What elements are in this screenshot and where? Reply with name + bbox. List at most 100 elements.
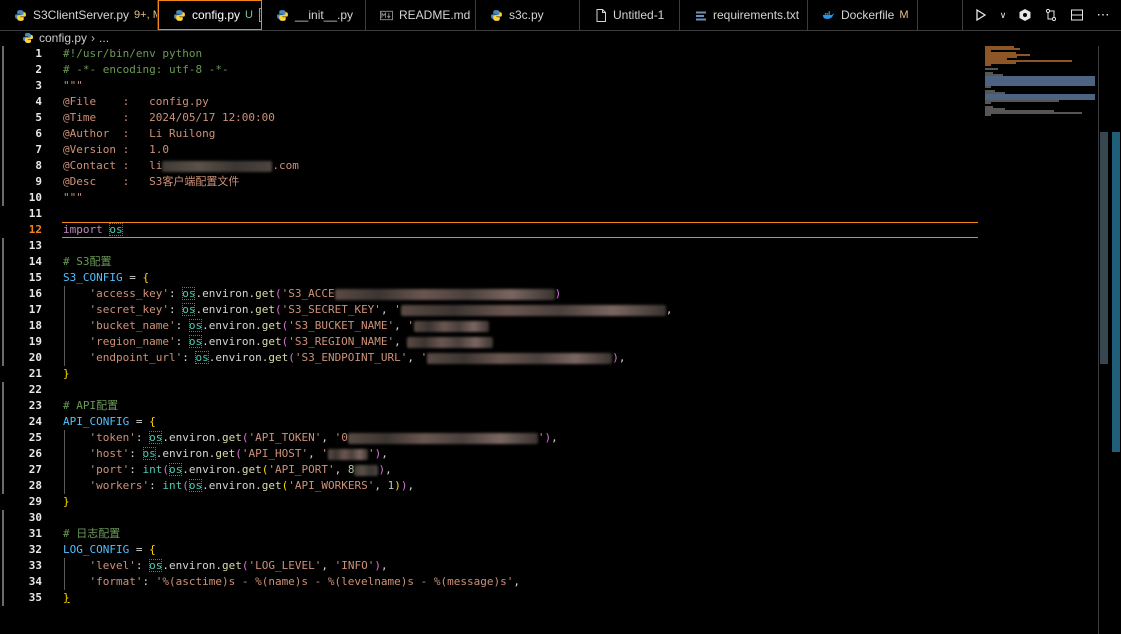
code-line[interactable]: 9 @Desc : S3客户端配置文件 xyxy=(0,174,985,190)
code-text: 'region_name': os.environ.get('S3_REGION… xyxy=(63,334,494,350)
code-line[interactable]: 26 'host': os.environ.get('API_HOST', ' '… xyxy=(0,446,985,462)
line-number: 4 xyxy=(35,95,42,108)
change-marker xyxy=(2,382,4,494)
line-number: 17 xyxy=(28,303,42,316)
tab-status-badge: U xyxy=(245,9,253,21)
code-line[interactable]: 30 xyxy=(0,510,985,526)
code-line[interactable]: 18 'bucket_name': os.environ.get('S3_BUC… xyxy=(0,318,985,334)
line-number: 21 xyxy=(28,367,42,380)
line-number: 28 xyxy=(28,479,42,492)
line-number: 3 xyxy=(35,79,42,92)
python-icon xyxy=(22,32,34,44)
split-editor-icon[interactable] xyxy=(1069,7,1085,23)
code-line[interactable]: 1 #!/usr/bin/env python xyxy=(0,46,985,62)
code-line[interactable]: 33 'level': os.environ.get('LOG_LEVEL', … xyxy=(0,558,985,574)
code-line[interactable]: 22 xyxy=(0,382,985,398)
code-line[interactable]: 20 'endpoint_url': os.environ.get('S3_EN… xyxy=(0,350,985,366)
tab-init-py[interactable]: __init__.py xyxy=(262,0,366,30)
breadcrumb-file[interactable]: config.py xyxy=(39,31,87,45)
code-line[interactable]: 14 # S3配置 xyxy=(0,254,985,270)
tab-status-badge: 9+, M xyxy=(134,9,157,21)
run-icon[interactable] xyxy=(973,7,989,23)
minimap[interactable] xyxy=(985,46,1098,126)
code-line[interactable]: 28 'workers': int(os.environ.get('API_WO… xyxy=(0,478,985,494)
line-number: 10 xyxy=(28,191,42,204)
code-line[interactable]: 21} xyxy=(0,366,985,382)
code-line[interactable]: 4 @File : config.py xyxy=(0,94,985,110)
line-number: 7 xyxy=(35,143,42,156)
tab-untitled-1[interactable]: Untitled-1 xyxy=(580,0,680,30)
scrollbar-thumb[interactable] xyxy=(1100,132,1108,364)
code-line[interactable]: 13 xyxy=(0,238,985,254)
tab-label: s3c.py xyxy=(509,8,544,22)
extension-icon[interactable] xyxy=(1017,7,1033,23)
code-line[interactable]: 16 'access_key': os.environ.get('S3_ACCE… xyxy=(0,286,985,302)
chevron-right-icon: › xyxy=(91,31,96,45)
code-text: @Time : 2024/05/17 12:00:00 xyxy=(63,111,275,124)
line-number: 32 xyxy=(28,543,42,556)
code-line[interactable]: 2 # -*- encoding: utf-8 -*- xyxy=(0,62,985,78)
line-number: 12 xyxy=(28,223,42,236)
line-number: 25 xyxy=(28,431,42,444)
code-text: } xyxy=(63,591,70,604)
line-number: 20 xyxy=(28,351,42,364)
code-line[interactable]: 15 S3_CONFIG = { xyxy=(0,270,985,286)
tab-dockerfile[interactable]: Dockerfile M xyxy=(808,0,918,30)
code-line[interactable]: 17 'secret_key': os.environ.get('S3_SECR… xyxy=(0,302,985,318)
minimap-line xyxy=(985,64,991,66)
code-line[interactable]: 3 """ xyxy=(0,78,985,94)
breadcrumb-symbols[interactable]: ... xyxy=(99,31,109,45)
line-number: 22 xyxy=(28,383,42,396)
overview-ruler xyxy=(1112,46,1121,634)
code-line[interactable]: 23 # API配置 xyxy=(0,398,985,414)
code-line[interactable]: 5 @Time : 2024/05/17 12:00:00 xyxy=(0,110,985,126)
code-line[interactable]: 8 @Contact : li .com xyxy=(0,158,985,174)
markdown-icon xyxy=(380,9,393,22)
code-text: # 日志配置 xyxy=(63,527,121,540)
code-line[interactable]: 31 # 日志配置 xyxy=(0,526,985,542)
code-line[interactable]: 12 import os xyxy=(0,222,985,238)
line-number: 8 xyxy=(35,159,42,172)
code-line[interactable]: 19 'region_name': os.environ.get('S3_REG… xyxy=(0,334,985,350)
tab-config-py[interactable]: config.pyU× xyxy=(158,0,262,30)
code-line[interactable]: 25 'token': os.environ.get('API_TOKEN', … xyxy=(0,430,985,446)
minimap-line xyxy=(985,102,991,104)
code-text: import os xyxy=(63,223,123,236)
tab-s3clientserver-py[interactable]: S3ClientServer.py 9+, M xyxy=(0,0,158,30)
code-editor[interactable]: 1 #!/usr/bin/env python 2 # -*- encoding: u… xyxy=(0,46,985,634)
code-line[interactable]: 32 LOG_CONFIG = { xyxy=(0,542,985,558)
line-number: 6 xyxy=(35,127,42,140)
tab-label: README.md xyxy=(399,8,471,22)
more-actions-icon[interactable]: ⋯ xyxy=(1095,7,1111,23)
tab-requirements-txt[interactable]: requirements.txt xyxy=(680,0,808,30)
code-text: 'port': int(os.environ.get('API_PORT', 8… xyxy=(89,463,392,476)
chevron-down-icon[interactable]: ∨ xyxy=(999,7,1007,23)
code-text: @Author : Li Ruilong xyxy=(63,127,216,140)
code-line[interactable]: 10 """ xyxy=(0,190,985,206)
tab-label: __init__.py xyxy=(295,8,354,22)
code-line[interactable]: 35} xyxy=(0,590,985,606)
code-line[interactable]: 11 xyxy=(0,206,985,222)
code-line[interactable]: 34 'format': '%(asctime)s - %(name)s - %… xyxy=(0,574,985,590)
tab-readme-md[interactable]: README.md xyxy=(366,0,476,30)
code-text: 'bucket_name': os.environ.get('S3_BUCKET… xyxy=(63,318,490,334)
python-icon xyxy=(276,9,289,22)
code-line[interactable]: 7 @Version : 1.0 xyxy=(0,142,985,158)
line-number: 1 xyxy=(35,47,42,60)
code-line[interactable]: 27 'port': int(os.environ.get('API_PORT'… xyxy=(0,462,985,478)
line-number: 11 xyxy=(28,207,42,220)
compare-icon[interactable] xyxy=(1043,7,1059,23)
line-number: 33 xyxy=(28,559,42,572)
code-line[interactable]: 6 @Author : Li Ruilong xyxy=(0,126,985,142)
tab-s3c-py[interactable]: s3c.py xyxy=(476,0,580,30)
code-text: 'workers': int(os.environ.get('API_WORKE… xyxy=(89,479,415,492)
line-number: 9 xyxy=(35,175,42,188)
indent-guide xyxy=(64,558,65,590)
code-text: # -*- encoding: utf-8 -*- xyxy=(63,63,229,76)
code-line[interactable]: 24 API_CONFIG = { xyxy=(0,414,985,430)
code-text: 'endpoint_url': os.environ.get('S3_ENDPO… xyxy=(89,351,626,364)
line-number: 24 xyxy=(28,415,42,428)
line-number: 23 xyxy=(28,399,42,412)
code-line[interactable]: 29} xyxy=(0,494,985,510)
code-text: 'host': os.environ.get('API_HOST', ' '), xyxy=(89,447,388,460)
